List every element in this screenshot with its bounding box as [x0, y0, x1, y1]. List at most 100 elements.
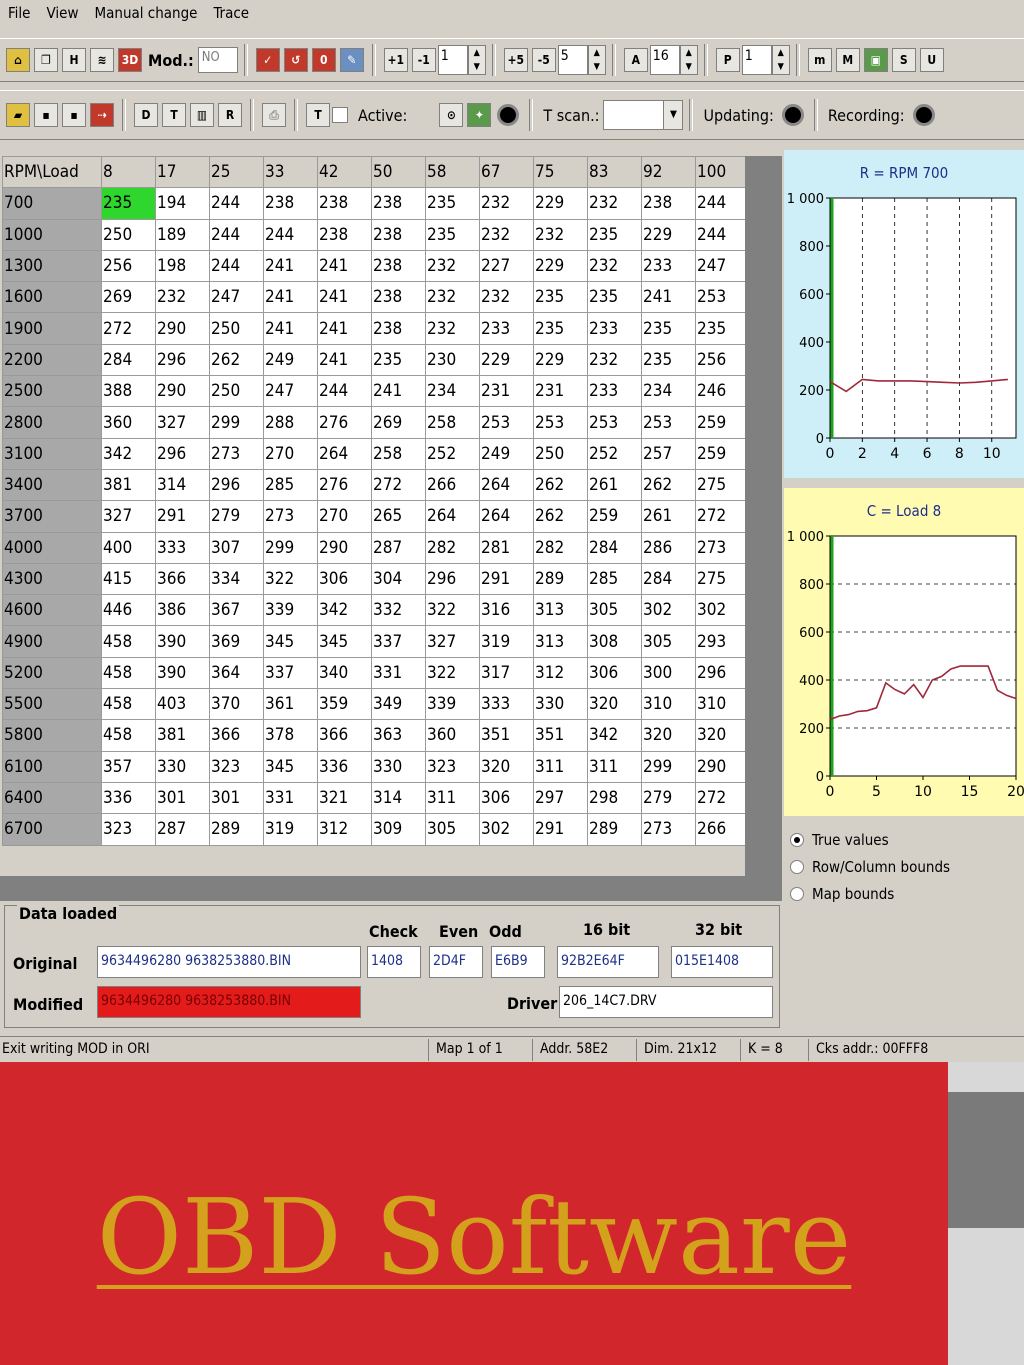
- column-header[interactable]: 50: [371, 155, 426, 189]
- table-cell[interactable]: 366: [317, 719, 372, 752]
- table-cell[interactable]: 270: [317, 500, 372, 533]
- table-cell[interactable]: 310: [641, 688, 696, 721]
- table-cell[interactable]: 311: [587, 750, 642, 783]
- table-cell[interactable]: 244: [209, 218, 264, 251]
- table-cell[interactable]: 247: [209, 281, 264, 314]
- check-field[interactable]: 1408: [367, 946, 421, 978]
- table-cell[interactable]: 264: [317, 437, 372, 470]
- table-cell[interactable]: 297: [533, 781, 588, 815]
- table-cell[interactable]: 244: [263, 218, 318, 251]
- chevron-down-icon[interactable]: ▼: [663, 101, 683, 129]
- driver-field[interactable]: 206_14C7.DRV: [559, 986, 773, 1018]
- table-cell[interactable]: 390: [155, 625, 210, 658]
- table-cell[interactable]: 241: [317, 343, 372, 377]
- table-cell[interactable]: 320: [587, 688, 642, 721]
- table-cell[interactable]: 381: [155, 719, 210, 752]
- table-cell[interactable]: 269: [371, 406, 426, 439]
- table-cell[interactable]: 386: [155, 594, 210, 627]
- table-cell[interactable]: 241: [641, 281, 696, 314]
- table-cell[interactable]: 244: [209, 249, 264, 283]
- column-header[interactable]: 100: [695, 155, 750, 189]
- table-cell[interactable]: 261: [641, 500, 696, 533]
- table-cell[interactable]: 241: [371, 375, 426, 408]
- table-cell[interactable]: 279: [209, 500, 264, 533]
- table-cell[interactable]: 229: [641, 218, 696, 251]
- column-header[interactable]: 8: [101, 155, 156, 189]
- column-header[interactable]: 25: [209, 155, 264, 189]
- table-cell[interactable]: 322: [263, 562, 318, 596]
- table-cell[interactable]: 301: [209, 781, 264, 815]
- table-cell[interactable]: 266: [425, 468, 480, 502]
- table-cell[interactable]: 241: [263, 281, 318, 314]
- table-cell[interactable]: 275: [695, 562, 750, 596]
- table-cell[interactable]: 238: [371, 249, 426, 283]
- table-cell[interactable]: 273: [209, 437, 264, 470]
- radio-row-column-bounds[interactable]: Row/Column bounds: [784, 853, 1024, 880]
- table-cell[interactable]: 232: [479, 187, 534, 220]
- table-cell[interactable]: 286: [641, 531, 696, 564]
- paint-icon[interactable]: ✎: [339, 48, 364, 72]
- table-cell[interactable]: 342: [101, 437, 156, 470]
- table-cell[interactable]: 296: [155, 343, 210, 377]
- table-cell[interactable]: 296: [155, 437, 210, 470]
- horizontal-scrollbar[interactable]: [0, 876, 782, 901]
- table-cell[interactable]: 276: [317, 468, 372, 502]
- table-cell[interactable]: 244: [209, 187, 264, 220]
- table-cell[interactable]: 273: [263, 500, 318, 533]
- table-cell[interactable]: 227: [479, 249, 534, 283]
- table-cell[interactable]: 250: [533, 437, 588, 470]
- table-cell[interactable]: 300: [641, 656, 696, 690]
- table-cell[interactable]: 244: [695, 187, 750, 220]
- table-cell[interactable]: 339: [425, 688, 480, 721]
- font-size-icon[interactable]: A: [623, 48, 648, 72]
- print-icon[interactable]: ⎙: [262, 103, 286, 127]
- table-cell[interactable]: 259: [695, 406, 750, 439]
- table-cell[interactable]: 458: [101, 656, 156, 690]
- table-cell[interactable]: 264: [425, 500, 480, 533]
- table-cell[interactable]: 233: [587, 312, 642, 345]
- table-cell[interactable]: 296: [425, 562, 480, 596]
- table-cell[interactable]: 311: [425, 781, 480, 815]
- trace-t-icon[interactable]: T: [306, 103, 330, 127]
- table-cell[interactable]: 279: [641, 781, 696, 815]
- table-cell[interactable]: 337: [263, 656, 318, 690]
- column-header[interactable]: 75: [533, 155, 588, 189]
- table-cell[interactable]: 308: [587, 625, 642, 658]
- row-header[interactable]: 1300: [2, 249, 102, 283]
- table-cell[interactable]: 234: [425, 375, 480, 408]
- table-cell[interactable]: 247: [695, 249, 750, 283]
- table-cell[interactable]: 232: [425, 281, 480, 314]
- table-cell[interactable]: 298: [587, 781, 642, 815]
- table-cell[interactable]: 241: [317, 312, 372, 345]
- table-cell[interactable]: 306: [317, 562, 372, 596]
- window-icon[interactable]: ▣: [863, 48, 888, 72]
- table-cell[interactable]: 345: [263, 750, 318, 783]
- table-cell[interactable]: 342: [587, 719, 642, 752]
- row-header[interactable]: 6100: [2, 750, 102, 783]
- row-header[interactable]: 5200: [2, 656, 102, 690]
- table-cell[interactable]: 235: [587, 281, 642, 314]
- table-cell[interactable]: 252: [587, 437, 642, 470]
- table-cell[interactable]: 262: [209, 343, 264, 377]
- table-cell[interactable]: 234: [641, 375, 696, 408]
- table-cell[interactable]: 330: [155, 750, 210, 783]
- table-cell[interactable]: 366: [155, 562, 210, 596]
- table-cell[interactable]: 272: [695, 500, 750, 533]
- table-cell[interactable]: 446: [101, 594, 156, 627]
- table-cell[interactable]: 276: [317, 406, 372, 439]
- mod-field[interactable]: NO: [197, 47, 238, 73]
- table-cell[interactable]: 238: [371, 281, 426, 314]
- table-cell[interactable]: 302: [695, 594, 750, 627]
- table-cell[interactable]: 360: [101, 406, 156, 439]
- table-cell[interactable]: 403: [155, 688, 210, 721]
- increment-icon[interactable]: +1: [383, 48, 408, 72]
- table-cell[interactable]: 327: [425, 625, 480, 658]
- column-header[interactable]: 17: [155, 155, 210, 189]
- table-cell[interactable]: 330: [371, 750, 426, 783]
- spin-arrows-icon[interactable]: ▲ ▼: [587, 45, 606, 75]
- table-cell[interactable]: 232: [587, 187, 642, 220]
- table-cell[interactable]: 238: [371, 312, 426, 345]
- row-header[interactable]: 3100: [2, 437, 102, 470]
- radio-button[interactable]: [790, 832, 804, 847]
- table-cell[interactable]: 360: [425, 719, 480, 752]
